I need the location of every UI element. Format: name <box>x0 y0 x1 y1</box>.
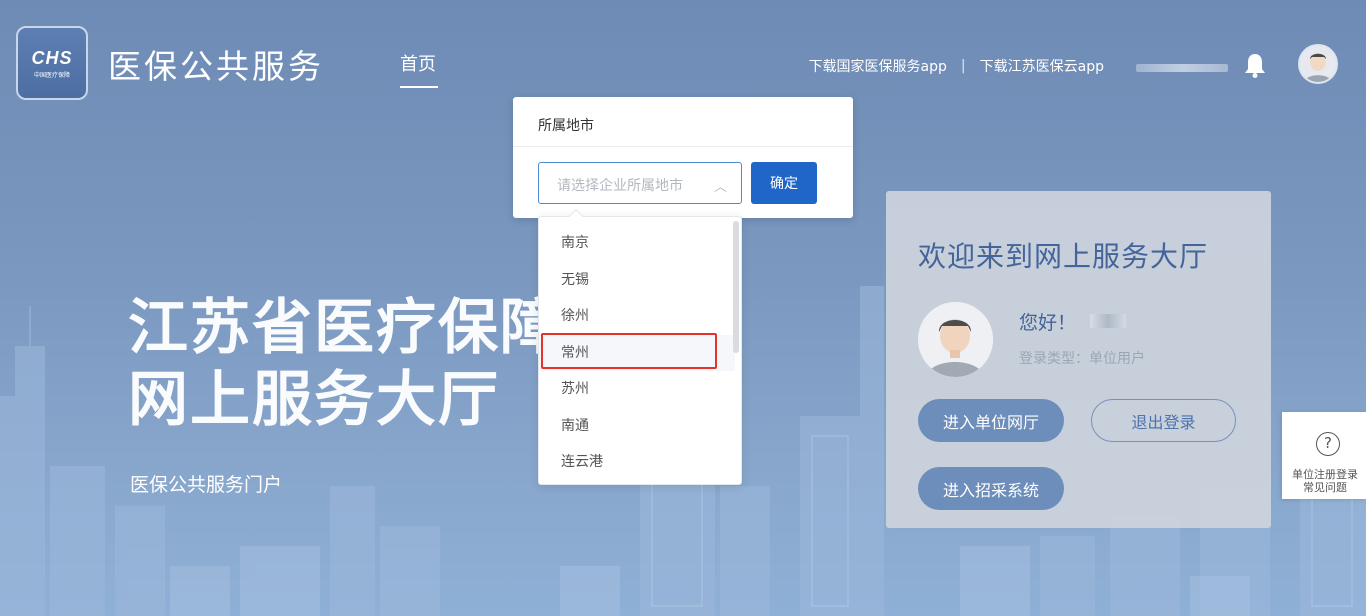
confirm-button[interactable]: 确定 <box>751 162 817 204</box>
welcome-title: 欢迎来到网上服务大厅 <box>918 240 1209 273</box>
question-icon: ? <box>1316 432 1340 456</box>
chevron-up-icon: ︿ <box>713 180 727 195</box>
enter-procurement-button[interactable]: 进入招采系统 <box>918 467 1064 510</box>
hero-title-line2: 网上服务大厅 <box>128 365 500 435</box>
user-avatar-icon <box>918 302 993 377</box>
username-redacted <box>1136 64 1228 72</box>
city-option-nantong[interactable]: 南通 <box>539 408 735 445</box>
link-separator: | <box>960 58 966 74</box>
enter-unit-hall-button[interactable]: 进入单位网厅 <box>918 399 1064 442</box>
city-select-input[interactable]: 请选择企业所属地市 ︿ <box>538 162 742 204</box>
download-national-app-link[interactable]: 下载国家医保服务app <box>809 56 947 76</box>
city-select-popup: 所属地市 请选择企业所属地市 ︿ 确定 <box>513 97 853 218</box>
greeting-text: 您好！ <box>1019 312 1077 334</box>
dropdown-scrollbar[interactable] <box>733 221 739 353</box>
hero-subtitle: 医保公共服务门户 <box>130 474 283 496</box>
welcome-panel: 欢迎来到网上服务大厅 您好！ 登录类型：单位用户 进入单位网厅 退出登录 进入招… <box>886 191 1271 528</box>
help-widget-label: 单位注册登录 常见问题 <box>1284 468 1366 494</box>
city-select-placeholder: 请选择企业所属地市 <box>557 178 683 194</box>
chs-logo[interactable]: CHS 中国医疗保障 <box>16 26 88 100</box>
site-title: 医保公共服务 <box>108 47 324 86</box>
logout-button[interactable]: 退出登录 <box>1091 399 1236 442</box>
logo-subtext: 中国医疗保障 <box>33 71 70 79</box>
top-links: 下载国家医保服务app | 下载江苏医保云app <box>809 56 1104 76</box>
download-jiangsu-app-link[interactable]: 下载江苏医保云app <box>980 56 1104 76</box>
city-option-suzhou[interactable]: 苏州 <box>539 371 735 408</box>
nav-active-underline <box>400 86 438 88</box>
top-header: CHS 中国医疗保障 医保公共服务 首页 下载国家医保服务app | 下载江苏医… <box>0 0 1366 100</box>
city-option-xuzhou[interactable]: 徐州 <box>539 298 735 335</box>
city-option-lianyungang[interactable]: 连云港 <box>539 444 735 481</box>
bell-icon[interactable] <box>1244 52 1266 78</box>
hero-title-line1: 江苏省医疗保障 <box>128 293 562 363</box>
avatar-icon <box>1300 46 1336 82</box>
nav-home-link[interactable]: 首页 <box>400 50 436 76</box>
help-widget[interactable]: ? 单位注册登录 常见问题 <box>1282 412 1366 499</box>
help-label-line2: 常见问题 <box>1303 481 1347 494</box>
highlight-box <box>541 333 717 369</box>
popup-title: 所属地市 <box>538 118 594 134</box>
welcome-avatar <box>918 302 993 377</box>
popup-divider <box>513 146 853 147</box>
city-option-nanjing[interactable]: 南京 <box>539 225 735 262</box>
user-avatar[interactable] <box>1298 44 1338 84</box>
redacted-name <box>1090 314 1126 328</box>
hero-title: 江苏省医疗保障 网上服务大厅 <box>128 292 562 436</box>
logo-text: CHS <box>31 47 73 68</box>
help-label-line1: 单位注册登录 <box>1292 468 1358 481</box>
city-option-wuxi[interactable]: 无锡 <box>539 262 735 299</box>
login-type-text: 登录类型：单位用户 <box>1019 351 1145 367</box>
